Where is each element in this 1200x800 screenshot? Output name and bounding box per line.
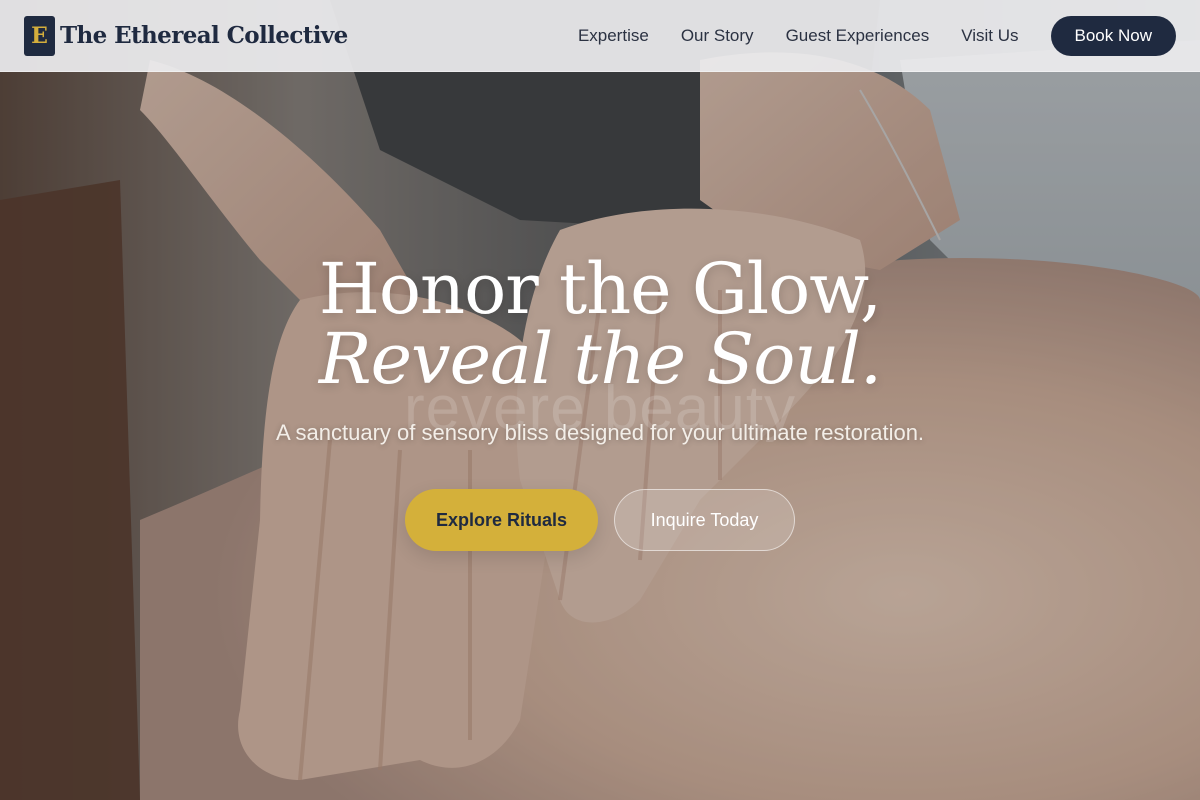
nav-link-guest-experiences[interactable]: Guest Experiences [786,26,930,46]
hero-headline-line1: Honor the Glow, [318,248,882,330]
logo-mark: E [24,15,55,56]
brand-name: The Ethereal Collective [60,22,348,49]
nav-link-visit-us[interactable]: Visit Us [961,26,1018,46]
hero-cta-group: Explore Rituals Inquire Today [0,489,1200,551]
site-header: E The Ethereal Collective Expertise Our … [0,0,1200,72]
main-nav: Expertise Our Story Guest Experiences Vi… [578,15,1176,56]
book-now-button[interactable]: Book Now [1050,15,1176,56]
explore-rituals-button[interactable]: Explore Rituals [405,489,598,551]
landing-page: E The Ethereal Collective Expertise Our … [0,0,1200,800]
hero-headline-line2: Reveal the Soul. [318,318,882,400]
nav-link-expertise[interactable]: Expertise [578,26,649,46]
nav-link-our-story[interactable]: Our Story [681,26,754,46]
hero-tagline: A sanctuary of sensory bliss designed fo… [275,420,925,445]
brand-logo-link[interactable]: E The Ethereal Collective [24,15,348,56]
inquire-today-button[interactable]: Inquire Today [614,489,795,551]
hero-section: revere beauty Honor the Glow, Reveal the… [0,0,1200,800]
